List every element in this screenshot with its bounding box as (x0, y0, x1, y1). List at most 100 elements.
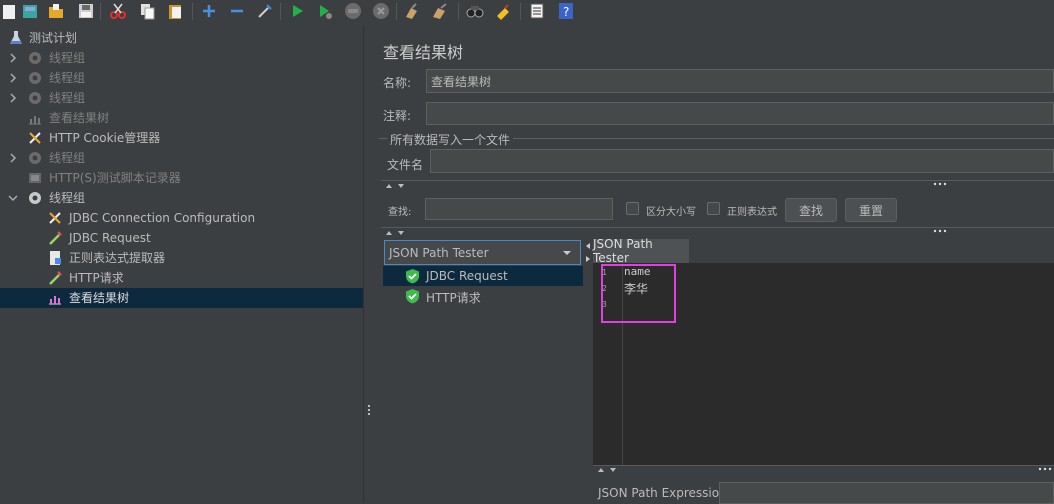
copy-icon[interactable] (138, 1, 158, 21)
document-icon (50, 251, 61, 265)
stop-icon[interactable] (343, 1, 363, 21)
collapse-arrows-icon[interactable] (385, 230, 407, 236)
response-editor[interactable]: 1 2 3 name 李华 (593, 263, 1054, 465)
paste-icon[interactable] (166, 1, 186, 21)
tree-item-thread-group[interactable]: 线程组 (0, 188, 363, 208)
pane-splitter[interactable] (363, 26, 373, 502)
collapse-bar[interactable] (381, 227, 1054, 237)
reset-search-icon[interactable] (493, 1, 513, 21)
clear-icon[interactable] (402, 1, 422, 21)
tree-item-label: 线程组 (49, 191, 86, 205)
chevron-down-icon[interactable] (562, 250, 572, 256)
save-icon[interactable] (76, 1, 96, 21)
search-label: 查找: (388, 207, 412, 218)
name-field[interactable]: 查看结果树 (426, 69, 1054, 93)
template-icon[interactable] (0, 1, 20, 21)
start-icon[interactable] (287, 1, 307, 21)
open-folder-icon[interactable] (46, 1, 66, 21)
expand-icon[interactable] (199, 1, 219, 21)
comment-label: 注释: (383, 109, 412, 123)
svg-text:?: ? (563, 5, 569, 19)
tree-item-cookie-manager[interactable]: HTTP Cookie管理器 (0, 128, 363, 148)
highlight-box (601, 264, 676, 323)
tree-item-label: JDBC Connection Configuration (69, 211, 256, 225)
tree-item-view-results-tree[interactable]: 查看结果树 (0, 108, 363, 128)
list-item[interactable]: HTTP请求 (383, 286, 583, 306)
tree-item-thread-group[interactable]: 线程组 (0, 88, 363, 108)
collapse-arrows-icon[interactable] (385, 183, 407, 189)
tools-icon (29, 132, 41, 144)
tree-item-regex-extractor[interactable]: 正则表达式提取器 (0, 248, 363, 268)
find-button[interactable]: 查找 (785, 198, 837, 222)
chevron-right-icon[interactable] (8, 53, 18, 63)
toggle-icon[interactable] (255, 1, 275, 21)
case-sensitive-label: 区分大小写 (646, 207, 696, 218)
tree-item-label: 查看结果树 (69, 291, 130, 305)
tab-json-path-tester[interactable]: JSON Path Tester (593, 237, 689, 265)
tree-item-test-plan[interactable]: 测试计划 (0, 28, 363, 48)
tree-item-jdbc-connection[interactable]: JDBC Connection Configuration (0, 208, 363, 228)
chevron-right-icon[interactable] (8, 93, 18, 103)
json-path-expression-input[interactable] (719, 482, 1054, 504)
flask-icon (10, 31, 22, 44)
dots-icon (933, 229, 947, 233)
case-sensitive-checkbox[interactable] (626, 202, 639, 215)
tree-item-label: 测试计划 (29, 31, 78, 45)
tree-item-view-results-tree[interactable]: 查看结果树 (0, 288, 363, 308)
split-arrows-icon[interactable] (584, 242, 592, 264)
regex-checkbox[interactable] (707, 202, 720, 215)
chevron-right-icon[interactable] (8, 73, 18, 83)
regex-label: 正则表达式 (727, 207, 777, 218)
gear-icon (29, 152, 41, 164)
recorder-icon (29, 173, 41, 183)
sample-label: HTTP请求 (426, 291, 481, 305)
start-no-pause-icon[interactable] (315, 1, 335, 21)
collapse-icon[interactable] (227, 1, 247, 21)
tree-item-label: HTTP请求 (69, 271, 124, 285)
open-icon[interactable] (20, 1, 40, 21)
tree-item-label: 线程组 (49, 51, 86, 65)
tree-item-thread-group[interactable]: 线程组 (0, 68, 363, 88)
sample-label: JDBC Request (426, 269, 508, 283)
chart-icon (29, 116, 41, 125)
gear-icon (29, 72, 41, 84)
search-icon[interactable] (465, 1, 485, 21)
toolbar: ? (0, 0, 1054, 26)
tree-item-script-recorder[interactable]: HTTP(S)测试脚本记录器 (0, 168, 363, 188)
function-helper-icon[interactable] (527, 1, 547, 21)
tree-item-label: 正则表达式提取器 (69, 251, 166, 265)
clear-all-icon[interactable] (430, 1, 450, 21)
page-title: 查看结果树 (383, 43, 464, 62)
list-item-selected[interactable]: JDBC Request (383, 266, 583, 286)
name-label: 名称: (383, 76, 412, 90)
renderer-select[interactable]: JSON Path Tester (384, 240, 581, 265)
gear-icon (29, 52, 41, 64)
filename-label: 文件名 (387, 158, 424, 172)
chevron-right-icon[interactable] (8, 153, 18, 163)
filename-field[interactable] (430, 149, 1054, 173)
tree-item-thread-group[interactable]: 线程组 (0, 148, 363, 168)
search-input[interactable] (425, 198, 613, 220)
file-group-title: 所有数据写入一个文件 (387, 131, 514, 148)
collapse-bar[interactable] (381, 180, 1054, 190)
shutdown-icon[interactable] (371, 1, 391, 21)
cut-icon[interactable] (108, 1, 128, 21)
tree-item-jdbc-request[interactable]: JDBC Request (0, 228, 363, 248)
tree-item-thread-group[interactable]: 线程组 (0, 48, 363, 68)
shield-check-icon (406, 289, 419, 304)
test-plan-tree: 测试计划 线程组 线程组 线程组 查看结果树 HTTP Cookie管理器 线程… (0, 26, 363, 502)
dots-icon (1038, 467, 1052, 471)
help-icon[interactable]: ? (556, 1, 576, 21)
collapse-arrows-icon[interactable] (597, 467, 619, 473)
tree-item-label: 线程组 (49, 151, 86, 165)
tree-item-http-request[interactable]: HTTP请求 (0, 268, 363, 288)
reset-button[interactable]: 重置 (845, 198, 897, 222)
comment-field[interactable] (426, 102, 1054, 125)
chevron-down-icon[interactable] (8, 193, 18, 203)
pipette-icon (49, 231, 62, 245)
tree-item-label: 查看结果树 (49, 111, 110, 125)
gear-icon (29, 192, 41, 204)
tree-item-label: 线程组 (49, 91, 86, 105)
collapse-bar[interactable] (593, 465, 1054, 474)
tree-item-label: JDBC Request (69, 231, 151, 245)
